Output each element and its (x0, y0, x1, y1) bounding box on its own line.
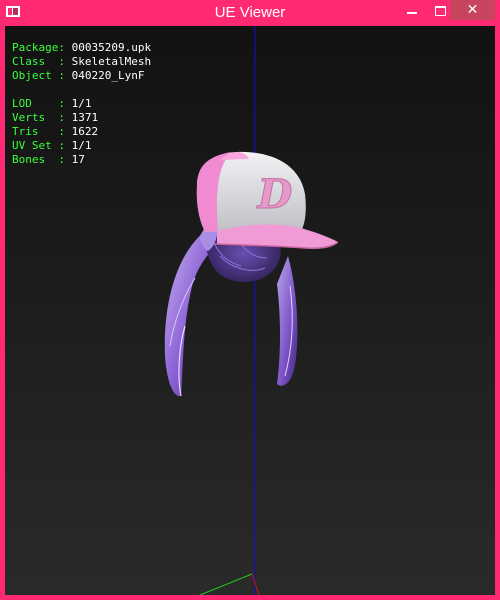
info-row-verts: Verts : 1371 (12, 111, 151, 125)
info-key: Package: (12, 41, 65, 54)
close-button[interactable]: ✕ (450, 0, 495, 20)
info-key: Object : (12, 69, 65, 82)
info-row-bones: Bones : 17 (12, 153, 151, 167)
info-value: 1622 (71, 125, 99, 138)
info-value: 1/1 (71, 97, 92, 110)
info-value: 17 (71, 153, 85, 166)
info-row-class: Class : SkeletalMesh (12, 55, 151, 69)
info-key: LOD : (12, 97, 65, 110)
info-key: Tris : (12, 125, 65, 138)
close-icon: ✕ (466, 2, 479, 18)
info-row-lod: LOD : 1/1 (12, 97, 151, 111)
y-axis-line (199, 573, 253, 595)
info-value: 1/1 (71, 139, 92, 152)
info-value: 040220_LynF (71, 69, 145, 82)
info-value: SkeletalMesh (71, 55, 152, 68)
3d-viewport[interactable]: D Package: 00035209.upk Class : Skeletal… (5, 26, 495, 595)
cap-logo: D (257, 171, 293, 218)
info-row-tris: Tris : 1622 (12, 125, 151, 139)
info-row-uvset: UV Set : 1/1 (12, 139, 151, 153)
mesh-info-panel: Package: 00035209.upk Class : SkeletalMe… (12, 41, 151, 167)
info-value: 1371 (71, 111, 99, 124)
info-row-package: Package: 00035209.upk (12, 41, 151, 55)
info-key: Class : (12, 55, 65, 68)
info-key: UV Set : (12, 139, 65, 152)
info-key: Verts : (12, 111, 65, 124)
minimize-button[interactable] (398, 0, 426, 20)
app-window: UE Viewer ✕ D Package: 00035209.upk Clas… (0, 0, 500, 600)
info-key: Bones : (12, 153, 65, 166)
title-bar[interactable]: UE Viewer ✕ (0, 0, 500, 26)
info-value: 00035209.upk (71, 41, 152, 54)
info-row-object: Object : 040220_LynF (12, 69, 151, 83)
